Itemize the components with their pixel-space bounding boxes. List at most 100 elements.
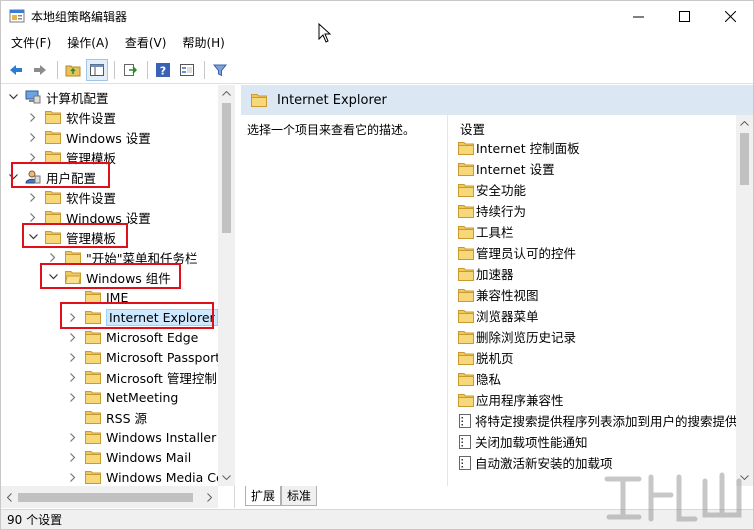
chevron-right-icon[interactable] [50, 252, 56, 262]
expander[interactable] [67, 451, 79, 463]
folder-icon [85, 331, 101, 344]
close-button[interactable] [707, 1, 753, 31]
tree-item-rss-feeds[interactable]: RSS 源 [67, 407, 147, 427]
chevron-right-icon[interactable] [30, 152, 36, 162]
chevron-right-icon[interactable] [70, 352, 76, 362]
list-item-label: 工具栏 [476, 225, 514, 240]
settings-folder-item[interactable]: 工具栏 [458, 221, 514, 242]
computer-icon [25, 90, 41, 104]
export-list-button[interactable] [119, 59, 141, 81]
folder-icon [85, 391, 101, 404]
chevron-down-icon[interactable] [8, 94, 18, 100]
scroll-right-arrow-icon[interactable] [201, 489, 218, 506]
tree-vertical-scrollbar[interactable] [218, 85, 235, 486]
tree-item-windows-settings[interactable]: Windows 设置 [27, 127, 151, 147]
minimize-button[interactable] [615, 1, 661, 31]
tree-item-software-settings[interactable]: 软件设置 [27, 107, 116, 127]
settings-folder-item[interactable]: Internet 控制面板 [458, 137, 580, 158]
expander[interactable] [67, 391, 79, 403]
chevron-right-icon[interactable] [70, 332, 76, 342]
up-level-button[interactable] [62, 59, 84, 81]
settings-folder-item[interactable]: 兼容性视图 [458, 284, 539, 305]
chevron-right-icon[interactable] [30, 112, 36, 122]
settings-folder-item[interactable]: 浏览器菜单 [458, 305, 539, 326]
tree-item-windows-mail[interactable]: Windows Mail [67, 447, 191, 467]
settings-folder-item[interactable]: 加速器 [458, 263, 514, 284]
menu-action[interactable]: 操作(A) [59, 33, 117, 53]
expander[interactable] [47, 251, 59, 263]
expander[interactable] [27, 211, 39, 223]
console-tree-button[interactable] [176, 59, 198, 81]
settings-folder-item[interactable]: Internet 设置 [458, 158, 555, 179]
settings-folder-item[interactable]: 脱机页 [458, 347, 514, 368]
description-panel: 选择一个项目来查看它的描述。 [241, 115, 447, 486]
expander[interactable] [67, 431, 79, 443]
policy-setting-item[interactable]: 关闭加载项性能通知 [458, 431, 588, 452]
menu-help[interactable]: 帮助(H) [174, 33, 232, 53]
export-list-icon [124, 63, 138, 76]
scroll-down-arrow-icon[interactable] [218, 469, 235, 486]
tree-horizontal-scroll-thumb[interactable] [18, 493, 193, 502]
expander[interactable] [67, 471, 79, 483]
help-button[interactable]: ? [152, 59, 174, 81]
settings-folder-item[interactable]: 持续行为 [458, 200, 526, 221]
chevron-right-icon[interactable] [70, 432, 76, 442]
scroll-up-arrow-icon[interactable] [218, 85, 235, 102]
forward-button[interactable] [29, 59, 51, 81]
tab-standard[interactable]: 标准 [281, 486, 318, 506]
chevron-right-icon[interactable] [70, 392, 76, 402]
tree-item-user-software-settings[interactable]: 软件设置 [27, 187, 116, 207]
settings-column-header[interactable]: 设置 [460, 119, 485, 138]
settings-vertical-scroll-thumb[interactable] [740, 133, 749, 185]
tree-item-windows-media-center[interactable]: Windows Media Center [67, 467, 234, 487]
chevron-right-icon[interactable] [30, 192, 36, 202]
chevron-right-icon[interactable] [70, 452, 76, 462]
scroll-left-arrow-icon[interactable] [1, 489, 18, 506]
tree-item-label: 软件设置 [66, 110, 117, 126]
tree-item-microsoft-mmc[interactable]: Microsoft 管理控制台 [67, 367, 229, 387]
settings-folder-item[interactable]: 安全功能 [458, 179, 526, 200]
settings-folder-item[interactable]: 应用程序兼容性 [458, 389, 564, 410]
settings-folder-item[interactable]: 管理员认可的控件 [458, 242, 576, 263]
toolbar: ? [1, 56, 753, 84]
chevron-right-icon[interactable] [30, 132, 36, 142]
show-hide-tree-button[interactable] [86, 58, 108, 81]
tree-item-netmeeting[interactable]: NetMeeting [67, 387, 178, 407]
maximize-button[interactable] [661, 1, 707, 31]
tree-vertical-scroll-thumb[interactable] [222, 103, 231, 233]
tree-item-label: Windows Media Center [106, 469, 234, 485]
policy-setting-icon [459, 413, 471, 428]
settings-folder-item[interactable]: 删除浏览历史记录 [458, 326, 576, 347]
tree-item-windows-installer[interactable]: Windows Installer [67, 427, 216, 447]
tree-item-computer-config[interactable]: 计算机配置 [7, 87, 109, 107]
scroll-up-arrow-icon[interactable] [736, 115, 753, 132]
folder-icon [458, 288, 474, 302]
expander[interactable] [67, 331, 79, 343]
tree-item-label: 计算机配置 [46, 90, 109, 106]
folder-icon [65, 251, 81, 264]
folder-icon [251, 94, 267, 107]
tab-extended[interactable]: 扩展 [245, 486, 282, 506]
chevron-right-icon[interactable] [70, 372, 76, 382]
settings-folder-item[interactable]: 隐私 [458, 368, 501, 389]
watermark-logo [604, 472, 742, 522]
settings-vertical-scrollbar[interactable] [736, 115, 753, 486]
tree-item-microsoft-edge[interactable]: Microsoft Edge [67, 327, 198, 347]
expander[interactable] [67, 371, 79, 383]
policy-setting-item[interactable]: 将特定搜索提供程序列表添加到用户的搜索提供程序 [458, 410, 736, 431]
tree-item-microsoft-passport[interactable]: Microsoft Passport [67, 347, 220, 367]
expander[interactable] [27, 131, 39, 143]
policy-setting-item[interactable]: 自动激活新安装的加载项 [458, 452, 613, 473]
filter-button[interactable] [209, 59, 231, 81]
tree-horizontal-scrollbar[interactable] [1, 486, 218, 508]
expander[interactable] [27, 111, 39, 123]
back-button[interactable] [5, 59, 27, 81]
menu-file[interactable]: 文件(F) [1, 33, 59, 53]
menu-view[interactable]: 查看(V) [117, 33, 175, 53]
chevron-right-icon[interactable] [30, 212, 36, 222]
expander[interactable] [67, 411, 79, 423]
chevron-right-icon[interactable] [70, 472, 76, 482]
expander[interactable] [67, 351, 79, 363]
expander[interactable] [7, 91, 19, 103]
expander[interactable] [27, 191, 39, 203]
